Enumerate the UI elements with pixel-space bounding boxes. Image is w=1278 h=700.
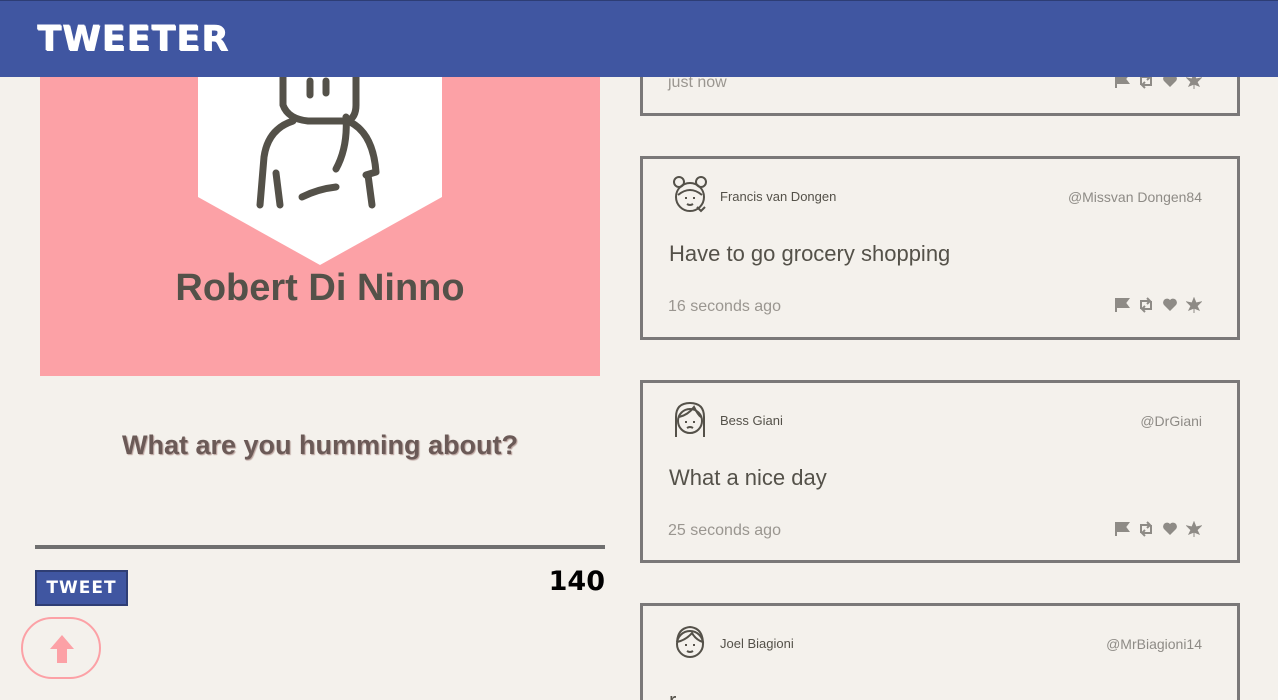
- tweet-text: What a nice day: [669, 465, 827, 490]
- flag-icon[interactable]: [1114, 297, 1130, 313]
- tweet-author-handle[interactable]: @DrGiani: [1140, 413, 1202, 429]
- retweet-icon[interactable]: [1138, 297, 1154, 313]
- tweet-text: Have to go grocery shopping: [669, 241, 951, 266]
- tweet-author-name: Bess Giani: [720, 413, 783, 428]
- brand-logo[interactable]: TWEETER: [37, 19, 229, 59]
- profile-avatar-icon: [198, 77, 442, 265]
- retweet-icon[interactable]: [1138, 521, 1154, 537]
- tweet-author-name: Francis van Dongen: [720, 189, 837, 204]
- tweet-timestamp: 25 seconds ago: [668, 522, 781, 539]
- top-nav-bar: TWEETER: [0, 0, 1278, 77]
- scroll-to-top-button[interactable]: [21, 617, 101, 679]
- user-avatar-icon: [675, 401, 705, 437]
- user-avatar-icon: [676, 625, 705, 658]
- tweet-author-handle[interactable]: @MrBiagioni14: [1106, 636, 1202, 652]
- compose-underline: [35, 545, 605, 549]
- heart-icon[interactable]: [1162, 521, 1178, 537]
- compose-prompt[interactable]: What are you humming about?: [35, 430, 605, 461]
- tweet-text: r: [669, 688, 676, 700]
- tweet-timestamp: 16 seconds ago: [668, 298, 781, 315]
- heart-icon[interactable]: [1162, 297, 1178, 313]
- profile-header: Robert Di Ninno: [40, 77, 600, 376]
- user-avatar-icon: [673, 176, 707, 213]
- tweet-author-handle[interactable]: @Missvan Dongen84: [1068, 189, 1202, 205]
- tweet-card: Bess Giani @DrGiani What a nice day 25 s…: [640, 380, 1240, 563]
- leaf-icon[interactable]: [1185, 296, 1203, 313]
- leaf-icon[interactable]: [1185, 520, 1203, 537]
- arrow-up-icon: [50, 635, 74, 663]
- tweet-card: Francis van Dongen @Missvan Dongen84 Hav…: [640, 156, 1240, 340]
- tweet-button[interactable]: TWEET: [35, 570, 128, 606]
- tweet-author-name: Joel Biagioni: [720, 636, 794, 651]
- char-counter: 140: [548, 566, 605, 597]
- tweet-card: Joel Biagioni @MrBiagioni14 r: [640, 603, 1240, 700]
- profile-name: Robert Di Ninno: [175, 267, 465, 309]
- flag-icon[interactable]: [1114, 521, 1130, 537]
